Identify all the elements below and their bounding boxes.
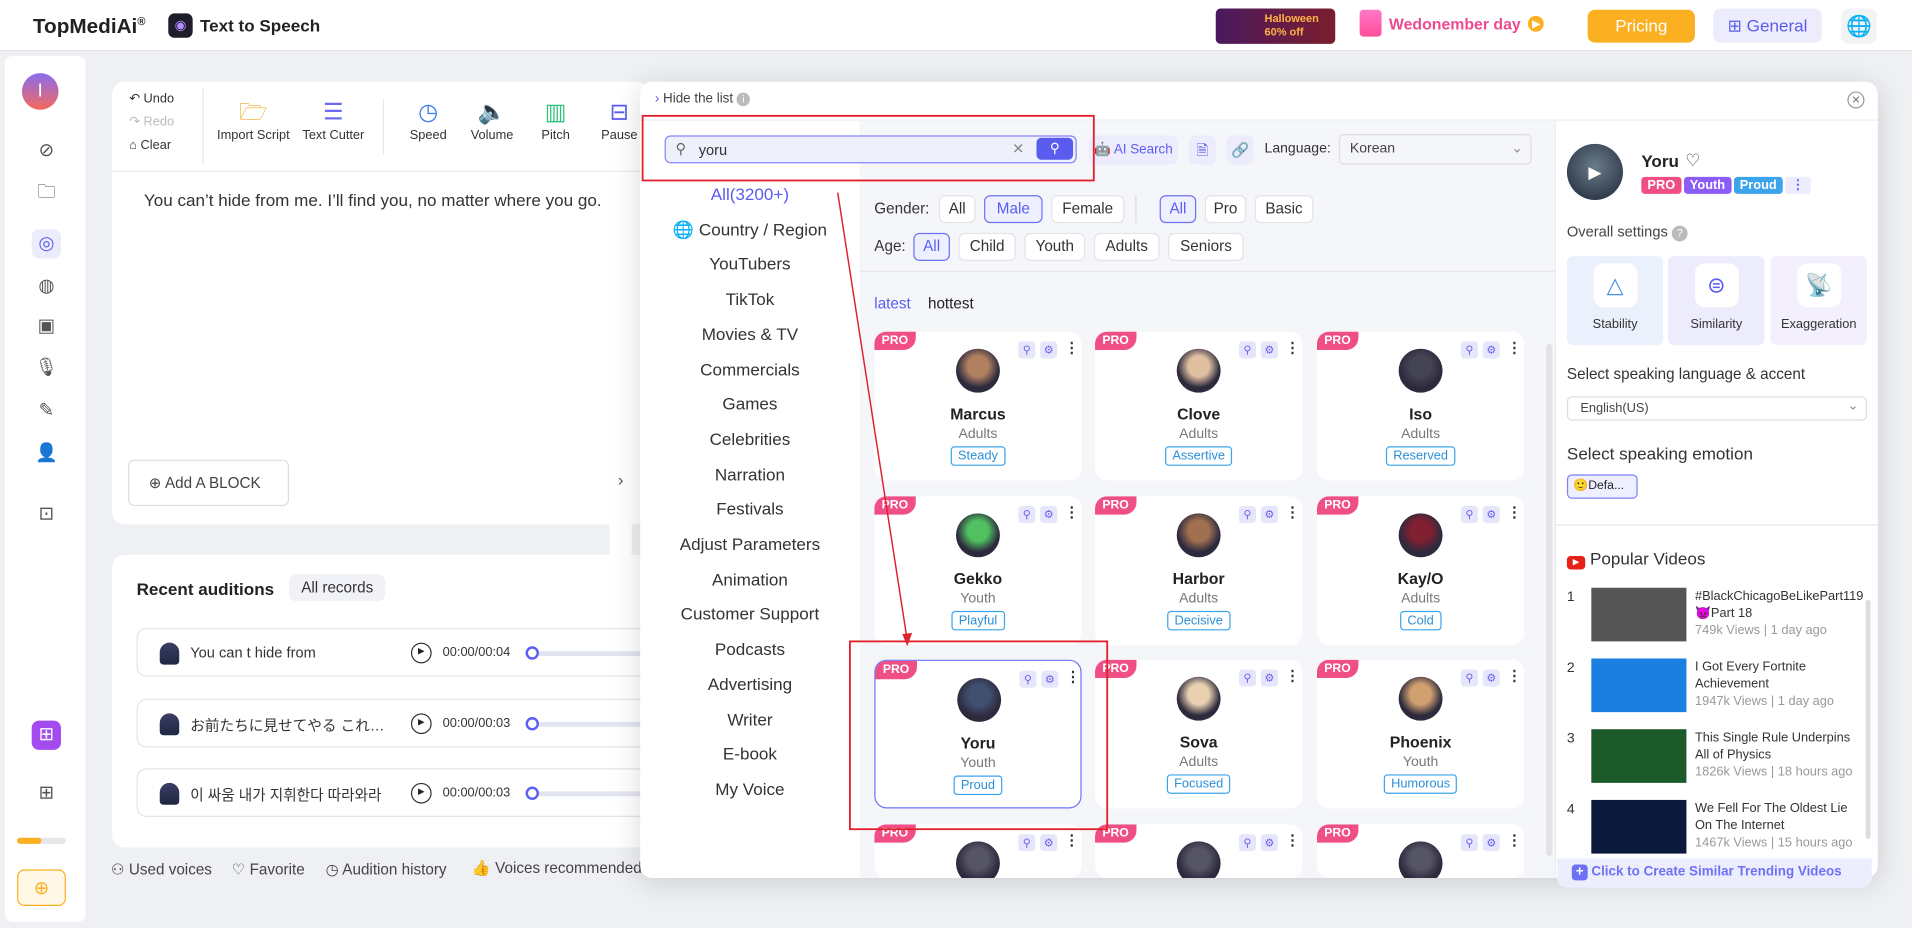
annotation-arrowhead [902,632,913,647]
annotation-overlay [641,114,1109,831]
annotation-arrow [837,192,908,641]
result-highlight-box [849,640,1109,831]
search-highlight-box [641,114,1095,182]
